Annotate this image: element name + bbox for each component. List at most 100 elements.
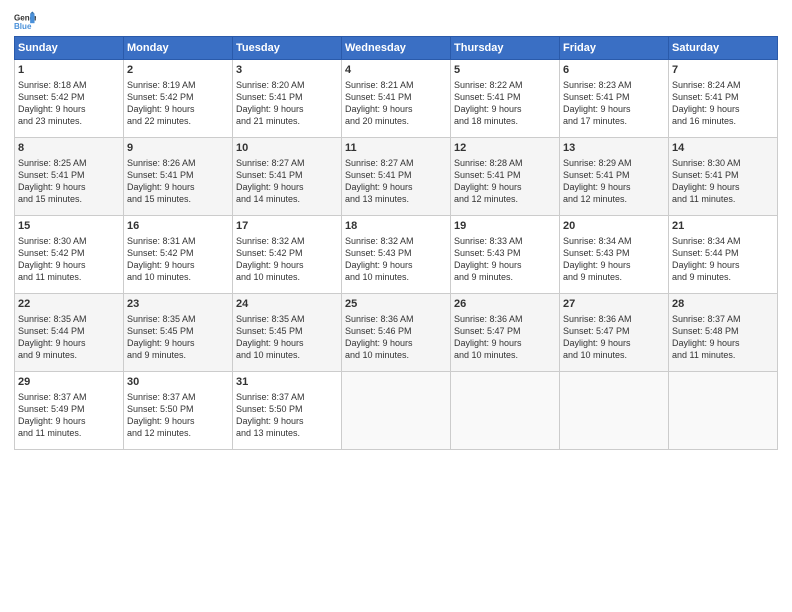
day-info-line: Sunrise: 8:32 AM — [345, 235, 447, 247]
day-info-line: and 15 minutes. — [127, 193, 229, 205]
day-info-line: Daylight: 9 hours — [672, 181, 774, 193]
svg-text:Blue: Blue — [14, 22, 32, 31]
weekday-header-friday: Friday — [560, 37, 669, 60]
day-info-line: Sunrise: 8:37 AM — [672, 313, 774, 325]
calendar-cell: 23Sunrise: 8:35 AMSunset: 5:45 PMDayligh… — [124, 294, 233, 372]
day-info-line: and 10 minutes. — [127, 271, 229, 283]
calendar-cell: 24Sunrise: 8:35 AMSunset: 5:45 PMDayligh… — [233, 294, 342, 372]
day-info-line: Sunrise: 8:30 AM — [672, 157, 774, 169]
day-info-line: Sunrise: 8:34 AM — [672, 235, 774, 247]
day-info-line: and 9 minutes. — [563, 271, 665, 283]
day-info-line: and 11 minutes. — [672, 193, 774, 205]
day-info-line: and 10 minutes. — [236, 349, 338, 361]
day-info-line: Sunset: 5:42 PM — [127, 247, 229, 259]
day-info-line: Sunrise: 8:37 AM — [236, 391, 338, 403]
day-info-line: Sunrise: 8:29 AM — [563, 157, 665, 169]
day-info-line: Daylight: 9 hours — [236, 415, 338, 427]
week-row-2: 8Sunrise: 8:25 AMSunset: 5:41 PMDaylight… — [15, 138, 778, 216]
day-info-line: Sunset: 5:41 PM — [18, 169, 120, 181]
calendar-cell: 12Sunrise: 8:28 AMSunset: 5:41 PMDayligh… — [451, 138, 560, 216]
day-number: 7 — [672, 63, 774, 78]
day-info-line: and 18 minutes. — [454, 115, 556, 127]
day-info-line: Sunset: 5:41 PM — [127, 169, 229, 181]
day-info-line: Sunset: 5:46 PM — [345, 325, 447, 337]
day-number: 26 — [454, 297, 556, 312]
day-info-line: Daylight: 9 hours — [454, 259, 556, 271]
day-info-line: Sunset: 5:41 PM — [454, 91, 556, 103]
day-info-line: Sunrise: 8:35 AM — [18, 313, 120, 325]
calendar-cell: 10Sunrise: 8:27 AMSunset: 5:41 PMDayligh… — [233, 138, 342, 216]
calendar-cell: 30Sunrise: 8:37 AMSunset: 5:50 PMDayligh… — [124, 372, 233, 450]
day-number: 4 — [345, 63, 447, 78]
day-info-line: Sunset: 5:47 PM — [454, 325, 556, 337]
day-info-line: Sunset: 5:41 PM — [345, 91, 447, 103]
page-container: General Blue SundayMondayTuesdayWednesda… — [0, 0, 792, 460]
day-info-line: Daylight: 9 hours — [236, 103, 338, 115]
day-info-line: and 20 minutes. — [345, 115, 447, 127]
day-info-line: Daylight: 9 hours — [563, 259, 665, 271]
day-number: 24 — [236, 297, 338, 312]
day-info-line: Sunset: 5:41 PM — [345, 169, 447, 181]
day-info-line: Daylight: 9 hours — [18, 181, 120, 193]
day-info-line: Sunrise: 8:26 AM — [127, 157, 229, 169]
day-number: 17 — [236, 219, 338, 234]
day-info-line: and 21 minutes. — [236, 115, 338, 127]
day-info-line: and 13 minutes. — [236, 427, 338, 439]
calendar-cell — [669, 372, 778, 450]
day-info-line: Sunrise: 8:28 AM — [454, 157, 556, 169]
calendar-cell: 18Sunrise: 8:32 AMSunset: 5:43 PMDayligh… — [342, 216, 451, 294]
day-info-line: and 10 minutes. — [563, 349, 665, 361]
calendar-cell: 27Sunrise: 8:36 AMSunset: 5:47 PMDayligh… — [560, 294, 669, 372]
day-info-line: Sunset: 5:45 PM — [127, 325, 229, 337]
day-info-line: and 9 minutes. — [672, 271, 774, 283]
day-info-line: Daylight: 9 hours — [672, 103, 774, 115]
calendar-cell: 6Sunrise: 8:23 AMSunset: 5:41 PMDaylight… — [560, 60, 669, 138]
day-info-line: and 13 minutes. — [345, 193, 447, 205]
calendar-cell: 26Sunrise: 8:36 AMSunset: 5:47 PMDayligh… — [451, 294, 560, 372]
day-info-line: and 10 minutes. — [345, 271, 447, 283]
day-info-line: and 14 minutes. — [236, 193, 338, 205]
day-info-line: Daylight: 9 hours — [236, 181, 338, 193]
day-info-line: Sunrise: 8:19 AM — [127, 79, 229, 91]
calendar-cell: 17Sunrise: 8:32 AMSunset: 5:42 PMDayligh… — [233, 216, 342, 294]
calendar-cell: 2Sunrise: 8:19 AMSunset: 5:42 PMDaylight… — [124, 60, 233, 138]
day-info-line: Sunset: 5:43 PM — [563, 247, 665, 259]
day-info-line: Daylight: 9 hours — [454, 181, 556, 193]
day-info-line: Daylight: 9 hours — [672, 337, 774, 349]
day-info-line: and 15 minutes. — [18, 193, 120, 205]
day-info-line: and 9 minutes. — [454, 271, 556, 283]
day-info-line: Daylight: 9 hours — [345, 103, 447, 115]
calendar-cell: 8Sunrise: 8:25 AMSunset: 5:41 PMDaylight… — [15, 138, 124, 216]
day-info-line: Daylight: 9 hours — [345, 337, 447, 349]
weekday-header-thursday: Thursday — [451, 37, 560, 60]
day-info-line: and 12 minutes. — [127, 427, 229, 439]
calendar-cell: 29Sunrise: 8:37 AMSunset: 5:49 PMDayligh… — [15, 372, 124, 450]
day-number: 16 — [127, 219, 229, 234]
day-info-line: Daylight: 9 hours — [563, 103, 665, 115]
day-number: 25 — [345, 297, 447, 312]
logo-icon: General Blue — [14, 10, 36, 32]
weekday-header-tuesday: Tuesday — [233, 37, 342, 60]
day-info-line: and 11 minutes. — [18, 427, 120, 439]
calendar-cell: 19Sunrise: 8:33 AMSunset: 5:43 PMDayligh… — [451, 216, 560, 294]
day-info-line: Sunrise: 8:35 AM — [127, 313, 229, 325]
week-row-5: 29Sunrise: 8:37 AMSunset: 5:49 PMDayligh… — [15, 372, 778, 450]
calendar-cell: 1Sunrise: 8:18 AMSunset: 5:42 PMDaylight… — [15, 60, 124, 138]
day-info-line: Daylight: 9 hours — [127, 181, 229, 193]
calendar-cell — [342, 372, 451, 450]
day-info-line: Sunset: 5:42 PM — [127, 91, 229, 103]
day-info-line: Sunrise: 8:22 AM — [454, 79, 556, 91]
day-info-line: Sunrise: 8:20 AM — [236, 79, 338, 91]
day-info-line: Daylight: 9 hours — [454, 103, 556, 115]
day-info-line: Sunrise: 8:35 AM — [236, 313, 338, 325]
day-info-line: Sunset: 5:50 PM — [236, 403, 338, 415]
day-info-line: Sunset: 5:45 PM — [236, 325, 338, 337]
header: General Blue — [14, 10, 778, 32]
calendar-cell: 3Sunrise: 8:20 AMSunset: 5:41 PMDaylight… — [233, 60, 342, 138]
day-info-line: and 10 minutes. — [454, 349, 556, 361]
day-info-line: Sunset: 5:42 PM — [236, 247, 338, 259]
weekday-header-row: SundayMondayTuesdayWednesdayThursdayFrid… — [15, 37, 778, 60]
day-number: 6 — [563, 63, 665, 78]
week-row-3: 15Sunrise: 8:30 AMSunset: 5:42 PMDayligh… — [15, 216, 778, 294]
day-info-line: Daylight: 9 hours — [127, 337, 229, 349]
